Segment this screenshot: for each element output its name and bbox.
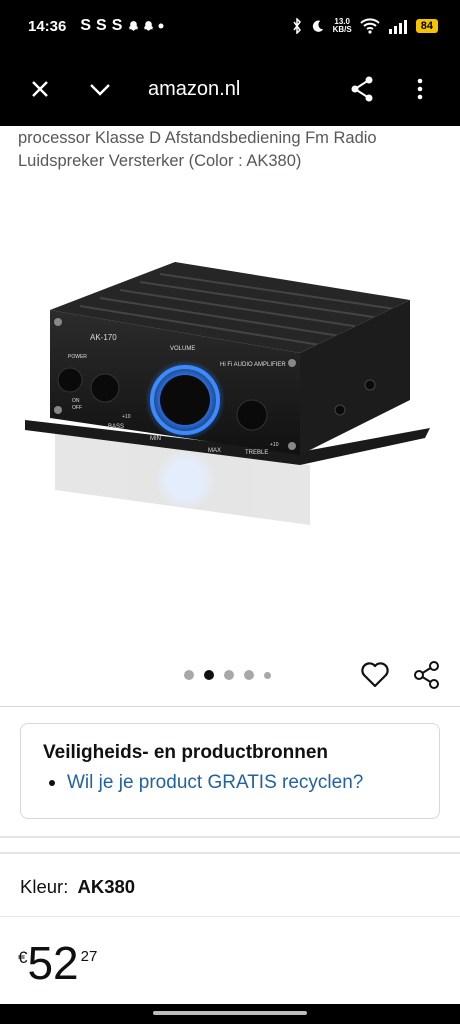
dot-icon [158,23,164,29]
carousel-indicator[interactable] [184,670,271,680]
color-variant: Kleur: AK380 [20,876,135,898]
bullet-icon [49,780,55,786]
share-icon [414,661,439,689]
divider [0,916,460,917]
overflow-menu-button[interactable] [400,69,440,109]
recycle-link[interactable]: Wil je je product GRATIS recyclen? [67,772,363,794]
url-text[interactable]: amazon.nl [148,78,240,101]
color-label: Kleur: [20,876,69,897]
carousel-dot[interactable] [244,670,254,680]
volume-label: VOLUME [170,346,195,352]
wifi-icon [360,18,380,34]
treble-knob [236,399,268,431]
more-vert-icon [417,78,423,100]
heart-icon [361,662,389,688]
bass-knob [90,373,120,403]
svg-text:+10: +10 [122,414,131,420]
status-time: 14:36 [28,17,67,35]
home-gesture-handle[interactable] [153,1011,307,1015]
svg-text:MAX: MAX [208,448,221,454]
divider [0,706,460,707]
price: € 52 27 [18,938,97,988]
safety-link-row: Wil je je product GRATIS recyclen? [43,772,417,794]
product-image[interactable]: AK-170 POWER VOLUME Hi Fi AUDIO AMPLIFIE… [20,250,440,540]
battery-indicator: 84 [415,19,438,33]
chevron-down-icon [90,84,110,96]
carousel-dot[interactable] [264,671,271,679]
model-label: AK-170 [90,333,117,342]
status-right: 13.0 KB/S 84 [292,18,438,34]
price-fraction: 27 [80,948,98,965]
price-currency: € [18,948,28,967]
product-share-button[interactable] [412,660,442,690]
snapchat-icon [144,20,154,31]
svg-text:+10: +10 [270,442,279,448]
safety-title: Veiligheids- en productbronnen [43,742,329,763]
bluetooth-icon [293,18,301,34]
moon-icon [312,20,323,32]
svg-text:TREBLE: TREBLE [245,450,268,456]
notification-s-icon: S [80,17,95,34]
svg-text:OFF: OFF [72,405,82,411]
safety-resources-card: Veiligheids- en productbronnen Wil je je… [20,723,440,819]
svg-text:MIN: MIN [150,436,161,442]
power-knob [57,367,83,393]
carousel-dot-active[interactable] [204,670,214,680]
amplifier-label: Hi Fi AUDIO AMPLIFIER [220,362,286,368]
notification-s-icon: S [96,17,110,34]
status-bar: 14:36 S S S 13.0 KB/S 84 [0,0,460,52]
snapchat-icon [129,20,139,31]
close-icon [32,81,48,97]
close-button[interactable] [20,69,60,109]
power-label: POWER [68,354,87,360]
wishlist-button[interactable] [360,660,390,690]
net-speed: 13.0 KB/S [332,17,352,34]
divider [0,836,460,838]
svg-text:BASS: BASS [108,424,124,430]
divider [0,852,460,854]
notification-s-icon: S [111,17,126,34]
notification-icons: S S S [80,17,165,35]
carousel-dot[interactable] [224,670,234,680]
svg-text:ON: ON [72,398,80,404]
share-button[interactable] [342,69,382,109]
volume-knob [160,375,210,425]
share-icon [351,76,373,102]
product-title: processor Klasse D Afstandsbediening Fm … [18,129,377,170]
price-whole: 52 [27,937,79,989]
signal-icon [388,20,407,34]
browser-toolbar: amazon.nl [0,52,460,126]
color-value: AK380 [77,876,136,897]
collapse-button[interactable] [80,69,120,109]
carousel-dot[interactable] [184,670,194,680]
